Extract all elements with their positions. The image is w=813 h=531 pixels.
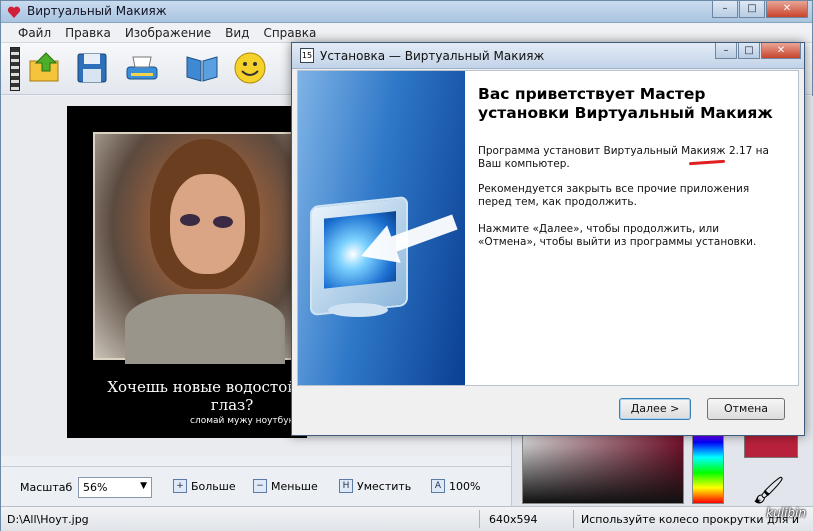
next-button[interactable]: Далее > — [619, 398, 691, 420]
zoom-value: 56% — [83, 481, 108, 494]
zoom-bar: Масштаб 56% ▼ + Больше − Меньше H Умести… — [1, 466, 511, 506]
zoom-out-button[interactable]: − Меньше — [253, 479, 318, 493]
menu-file[interactable]: Файл — [11, 23, 58, 42]
chevron-down-icon: ▼ — [140, 481, 147, 491]
dialog-title: Установка — Виртуальный Макияж — [320, 49, 545, 63]
statusbar: D:\All\Ноут.jpg 640x594 Используйте коле… — [1, 506, 813, 531]
status-image-size: 640x594 — [489, 513, 538, 526]
zoom-label: Масштаб — [20, 481, 73, 494]
wizard-banner-image — [298, 71, 465, 385]
demotivator-frame: Хочешь новые водостойк глаз? сломай мужу… — [67, 106, 307, 438]
zoom-select[interactable]: 56% ▼ — [78, 477, 152, 498]
hue-slider[interactable] — [692, 426, 724, 504]
menu-edit[interactable]: Правка — [58, 23, 118, 42]
color-gradient-picker[interactable] — [522, 426, 684, 504]
actual-size-label: 100% — [449, 479, 481, 493]
caption-line-3: сломай мужу ноутбук — [190, 416, 294, 426]
menubar: Файл Правка Изображение Вид Справка — [1, 23, 812, 43]
minimize-button[interactable]: – — [712, 1, 738, 18]
watermark: kulibin — [766, 506, 806, 520]
status-file-path: D:\All\Ноут.jpg — [7, 513, 89, 526]
caption-line-1: Хочешь новые водостойк — [107, 378, 307, 396]
maximize-button[interactable]: □ — [739, 1, 765, 18]
app-titlebar: Виртуальный Макияж – □ ✕ — [1, 1, 812, 23]
app-title: Виртуальный Макияж — [27, 4, 167, 18]
setup-icon: 15 — [300, 48, 314, 63]
brush-icon[interactable]: 🖌 — [752, 476, 785, 506]
wizard-text-install: Программа установит Виртуальный Макияж 2… — [478, 145, 769, 170]
menu-view[interactable]: Вид — [218, 23, 256, 42]
zoom-in-button[interactable]: + Больше — [173, 479, 236, 493]
menu-image[interactable]: Изображение — [118, 23, 218, 42]
smile-icon[interactable] — [231, 49, 269, 87]
dialog-titlebar: 15 Установка — Виртуальный Макияж – □ ✕ — [292, 43, 804, 69]
actual-size-icon: A — [431, 479, 445, 493]
close-button[interactable]: ✕ — [766, 1, 808, 18]
dialog-minimize-button[interactable]: – — [715, 43, 737, 59]
heart-icon — [7, 6, 21, 18]
fit-button[interactable]: H Уместить — [339, 479, 411, 493]
dialog-button-row: Далее > Отмена — [292, 386, 804, 436]
zoom-out-label: Меньше — [271, 479, 318, 493]
menu-help[interactable]: Справка — [256, 23, 323, 42]
zoom-in-label: Больше — [191, 479, 236, 493]
scan-icon[interactable] — [123, 49, 161, 87]
setup-dialog: 15 Установка — Виртуальный Макияж – □ ✕ … — [291, 42, 805, 436]
open-icon[interactable] — [27, 49, 65, 87]
dialog-close-button[interactable]: ✕ — [761, 43, 801, 59]
filmstrip-icon — [10, 47, 20, 91]
cancel-button[interactable]: Отмена — [707, 398, 785, 420]
save-icon[interactable] — [73, 49, 111, 87]
photo-image — [93, 132, 303, 364]
wizard-text-close-apps: Рекомендуется закрыть все прочие приложе… — [478, 183, 750, 208]
book-icon[interactable] — [183, 49, 221, 87]
zoom-in-icon: + — [173, 479, 187, 493]
fit-icon: H — [339, 479, 353, 493]
dialog-maximize-button[interactable]: □ — [738, 43, 760, 59]
fit-label: Уместить — [357, 479, 412, 493]
caption-line-2: глаз? — [210, 396, 254, 414]
actual-size-button[interactable]: A 100% — [431, 479, 480, 493]
zoom-out-icon: − — [253, 479, 267, 493]
dialog-body: Вас приветствует Мастер установки Виртуа… — [297, 70, 799, 386]
wizard-text-instructions: Нажмите «Далее», чтобы продолжить, или «… — [478, 223, 757, 248]
wizard-heading: Вас приветствует Мастер установки Виртуа… — [478, 85, 773, 122]
